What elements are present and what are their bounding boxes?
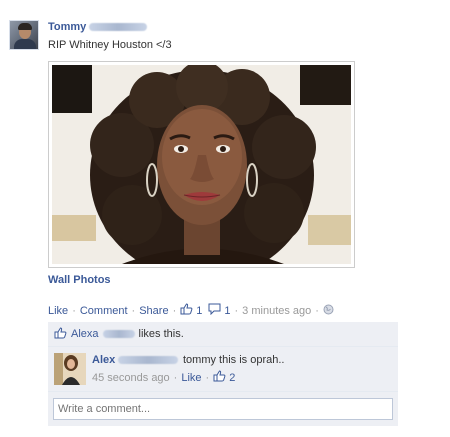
separator: · bbox=[131, 304, 136, 317]
liker-name[interactable]: Alexa bbox=[71, 328, 99, 340]
comment-like-link[interactable]: Like bbox=[181, 372, 201, 384]
write-comment-row bbox=[48, 392, 398, 426]
separator: · bbox=[234, 304, 239, 317]
commenter-avatar[interactable] bbox=[54, 353, 86, 385]
comment-timestamp[interactable]: 45 seconds ago bbox=[92, 372, 170, 384]
author-avatar[interactable] bbox=[9, 20, 39, 50]
separator: · bbox=[173, 371, 178, 384]
likes-suffix: likes this. bbox=[138, 328, 184, 340]
post-timestamp[interactable]: 3 minutes ago bbox=[242, 305, 311, 317]
comment-text: tommy this is oprah.. bbox=[183, 354, 285, 366]
comment-like-count[interactable]: 2 bbox=[229, 372, 235, 384]
write-comment-input[interactable] bbox=[53, 398, 393, 420]
post-action-bar: Like · Comment · Share · 1 1 · 3 minutes… bbox=[48, 303, 334, 318]
thumbs-up-icon[interactable] bbox=[180, 303, 193, 318]
redacted-surname bbox=[89, 23, 148, 32]
likes-sentence: Alexa likes this. bbox=[48, 322, 398, 347]
separator: · bbox=[315, 304, 319, 317]
share-link[interactable]: Share bbox=[139, 305, 168, 317]
comment-meta: 45 seconds ago · Like · 2 bbox=[92, 370, 235, 385]
globe-icon bbox=[323, 304, 334, 318]
separator: · bbox=[72, 304, 76, 317]
redacted-surname bbox=[118, 356, 179, 365]
post-message: RIP Whitney Houston </3 bbox=[48, 39, 172, 51]
thumbs-up-icon[interactable] bbox=[213, 370, 226, 385]
comment-bubble-icon[interactable] bbox=[208, 303, 221, 318]
comment-count[interactable]: 1 bbox=[224, 305, 230, 317]
comment-author-name[interactable]: Alex bbox=[92, 354, 115, 366]
redacted-surname bbox=[102, 330, 135, 338]
separator: · bbox=[172, 304, 177, 317]
post-author-name[interactable]: Tommy bbox=[48, 21, 86, 33]
comment-item: Alex tommy this is oprah.. 45 seconds ag… bbox=[48, 347, 398, 392]
album-link-wall-photos[interactable]: Wall Photos bbox=[48, 274, 111, 286]
comment-author[interactable]: Alex bbox=[92, 354, 179, 366]
photo-image bbox=[52, 65, 351, 264]
post-photo[interactable] bbox=[48, 61, 355, 268]
separator: · bbox=[205, 371, 210, 384]
comment-link[interactable]: Comment bbox=[80, 305, 128, 317]
thumbs-up-icon bbox=[54, 326, 67, 342]
post-author[interactable]: Tommy bbox=[48, 21, 148, 33]
like-count[interactable]: 1 bbox=[196, 305, 202, 317]
like-link[interactable]: Like bbox=[48, 305, 68, 317]
feedback-panel: Alexa likes this. Alex tommy this is opr… bbox=[48, 322, 398, 426]
